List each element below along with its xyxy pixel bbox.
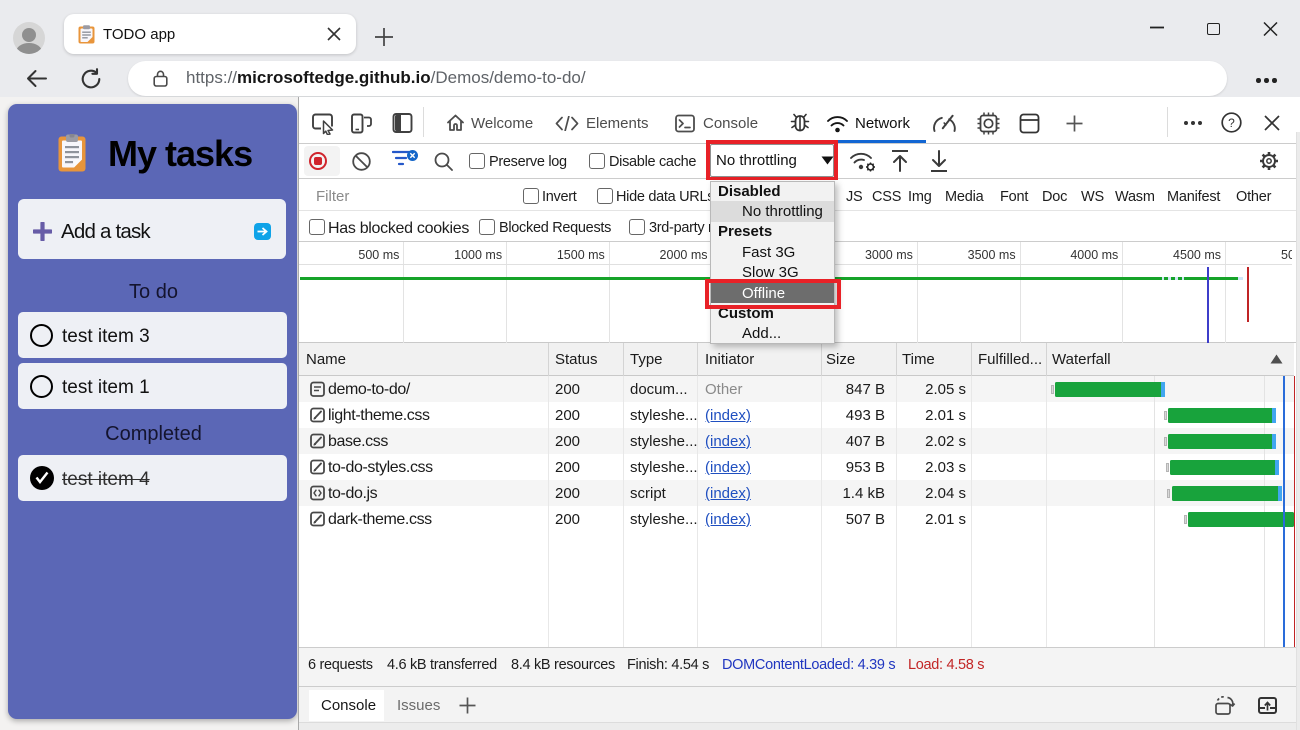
svg-text:?: ? xyxy=(1228,116,1235,130)
